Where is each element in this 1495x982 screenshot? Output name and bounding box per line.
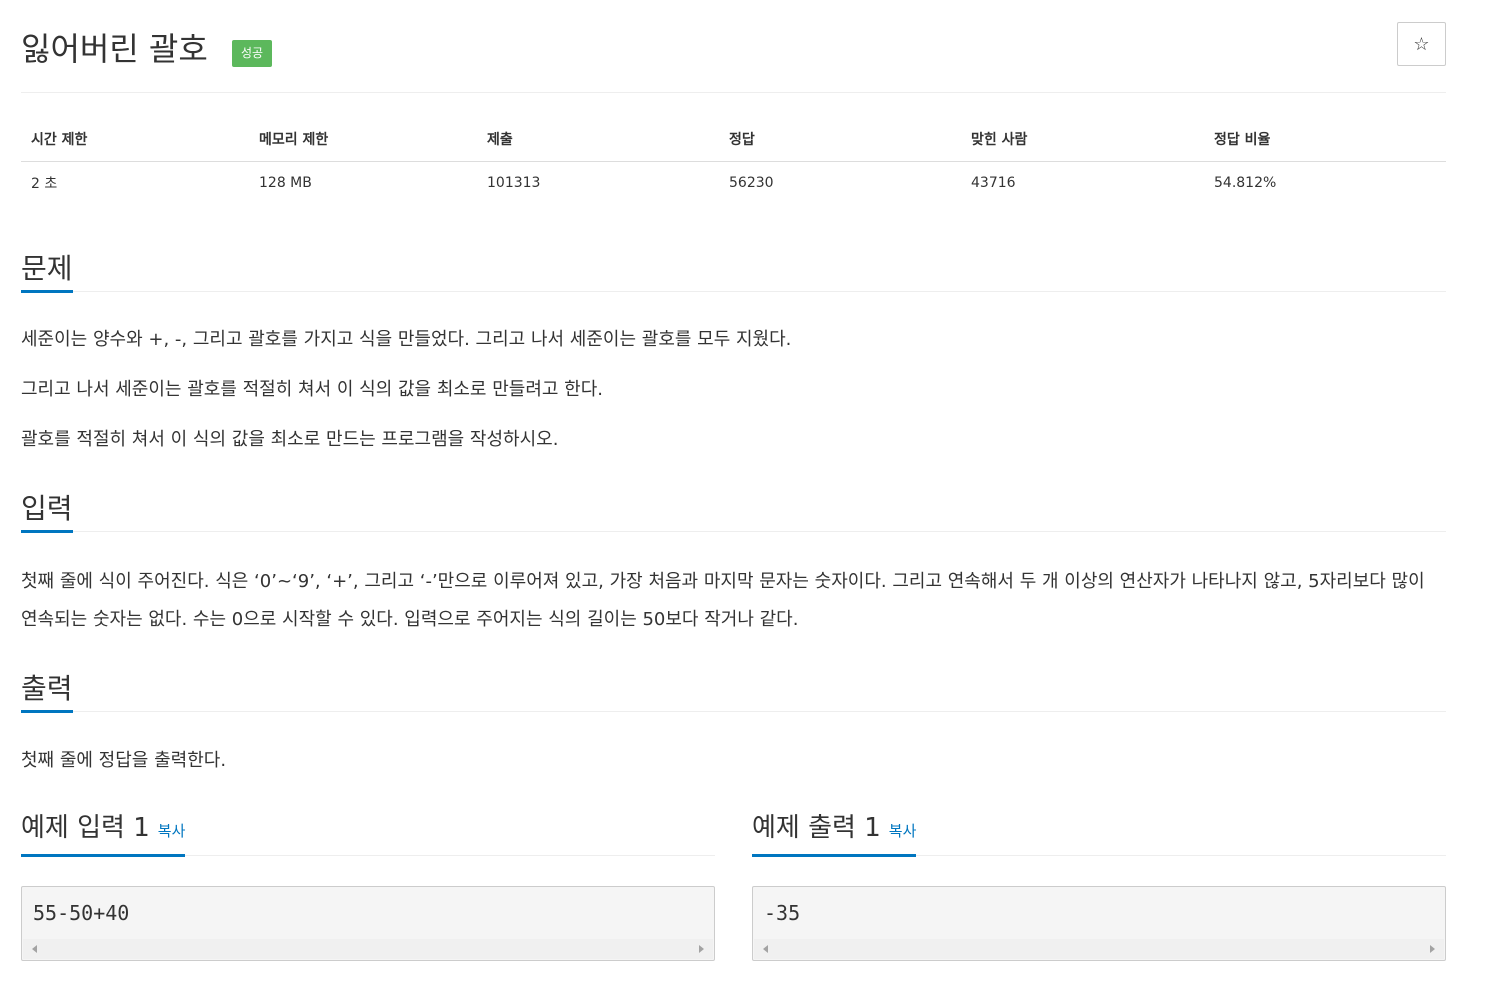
sample-output-code[interactable]: -35: [752, 886, 1446, 961]
problem-page: 잃어버린 괄호 성공 ☆ 시간 제한 메모리 제한 제출 정답 맞힌 사람 정답…: [21, 0, 1446, 961]
description-paragraph: 그리고 나서 세준이는 괄호를 적절히 쳐서 이 식의 값을 최소로 만들려고 …: [21, 379, 604, 400]
header-time-limit: 시간 제한: [21, 118, 249, 162]
table-header-row: 시간 제한 메모리 제한 제출 정답 맞힌 사람 정답 비율: [21, 118, 1446, 162]
status-badge: 성공: [232, 40, 273, 67]
header-solved-users: 맞힌 사람: [961, 118, 1204, 162]
output-description: 첫째 줄에 정답을 출력한다.: [21, 750, 227, 771]
copy-sample-output-link[interactable]: 복사: [889, 822, 917, 840]
star-icon: ☆: [1413, 33, 1430, 54]
description-section-header: 문제: [21, 249, 1446, 293]
sample-input-title: 예제 입력 1: [21, 813, 150, 843]
output-section-header: 출력: [21, 669, 1446, 713]
sample-output-title: 예제 출력 1: [752, 813, 881, 843]
value-memory-limit: 128 MB: [259, 175, 312, 192]
sample-input-header: 예제 입력 1 복사: [21, 806, 715, 857]
input-heading: 입력: [21, 494, 73, 533]
input-section-header: 입력: [21, 489, 1446, 533]
title-row: 잃어버린 괄호 성공 ☆: [21, 0, 1446, 93]
header-submissions: 제출: [477, 118, 719, 162]
horizontal-scrollbar[interactable]: [23, 939, 713, 959]
description-heading: 문제: [21, 254, 73, 293]
value-submissions: 101313: [487, 175, 541, 192]
horizontal-scrollbar[interactable]: [754, 939, 1444, 959]
scroll-right-icon[interactable]: [1430, 945, 1435, 953]
sample-output-block: 예제 출력 1 복사 -35: [752, 806, 1446, 961]
input-description: 첫째 줄에 식이 주어진다. 식은 ‘0’~‘9’, ‘+’, 그리고 ‘-’만…: [21, 571, 1425, 630]
scroll-right-icon[interactable]: [699, 945, 704, 953]
sample-output-header: 예제 출력 1 복사: [752, 806, 1446, 857]
star-button[interactable]: ☆: [1397, 22, 1446, 66]
sample-output-heading: 예제 출력 1 복사: [752, 813, 917, 857]
value-solved-users: 43716: [971, 175, 1016, 192]
sample-input-block: 예제 입력 1 복사 55-50+40: [21, 806, 715, 961]
description-paragraph: 괄호를 적절히 쳐서 이 식의 값을 최소로 만드는 프로그램을 작성하시오.: [21, 429, 559, 450]
value-time-limit: 2 초: [31, 176, 58, 193]
header-accepted: 정답: [719, 118, 961, 162]
copy-sample-input-link[interactable]: 복사: [158, 822, 186, 840]
table-row: 2 초 128 MB 101313 56230 43716 54.812%: [21, 161, 1446, 205]
value-accepted: 56230: [729, 175, 774, 192]
problem-title: 잃어버린 괄호: [21, 30, 208, 68]
scroll-left-icon[interactable]: [763, 945, 768, 953]
problem-info-table: 시간 제한 메모리 제한 제출 정답 맞힌 사람 정답 비율 2 초 128 M…: [21, 118, 1446, 205]
sample-output-content: -35: [764, 901, 801, 925]
sample-input-content: 55-50+40: [33, 901, 130, 925]
scroll-left-icon[interactable]: [32, 945, 37, 953]
value-accept-ratio: 54.812%: [1214, 175, 1277, 192]
header-accept-ratio: 정답 비율: [1204, 118, 1446, 162]
header-memory-limit: 메모리 제한: [249, 118, 477, 162]
output-heading: 출력: [21, 674, 73, 713]
description-paragraph: 세준이는 양수와 +, -, 그리고 괄호를 가지고 식을 만들었다. 그리고 …: [21, 329, 792, 350]
sample-input-heading: 예제 입력 1 복사: [21, 813, 186, 857]
sample-input-code[interactable]: 55-50+40: [21, 886, 715, 961]
